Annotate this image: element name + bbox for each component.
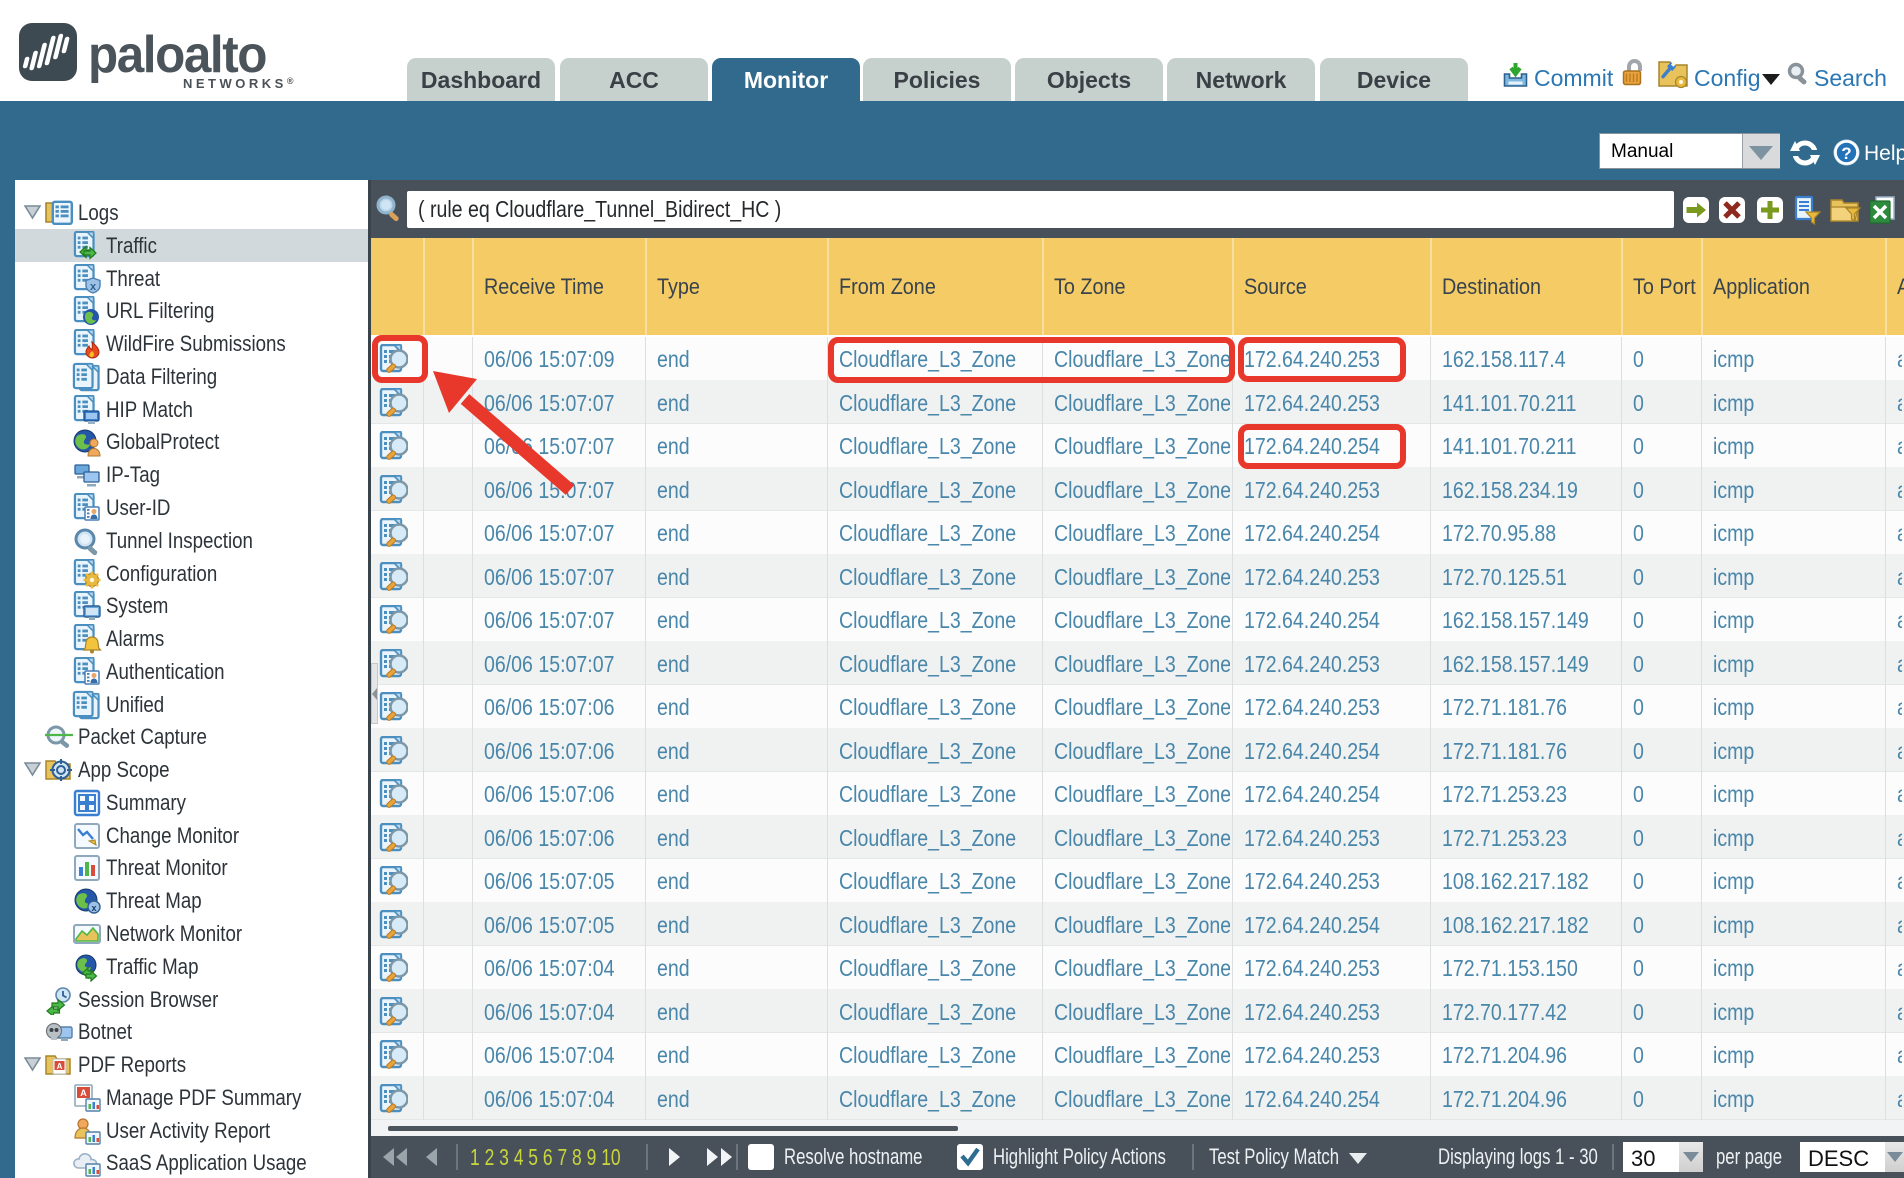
- svg-text:A: A: [80, 1088, 87, 1098]
- svg-text:x: x: [90, 281, 97, 293]
- svg-text:?: ?: [1841, 144, 1851, 163]
- svg-text:A: A: [57, 1062, 63, 1071]
- svg-text:x: x: [91, 903, 96, 913]
